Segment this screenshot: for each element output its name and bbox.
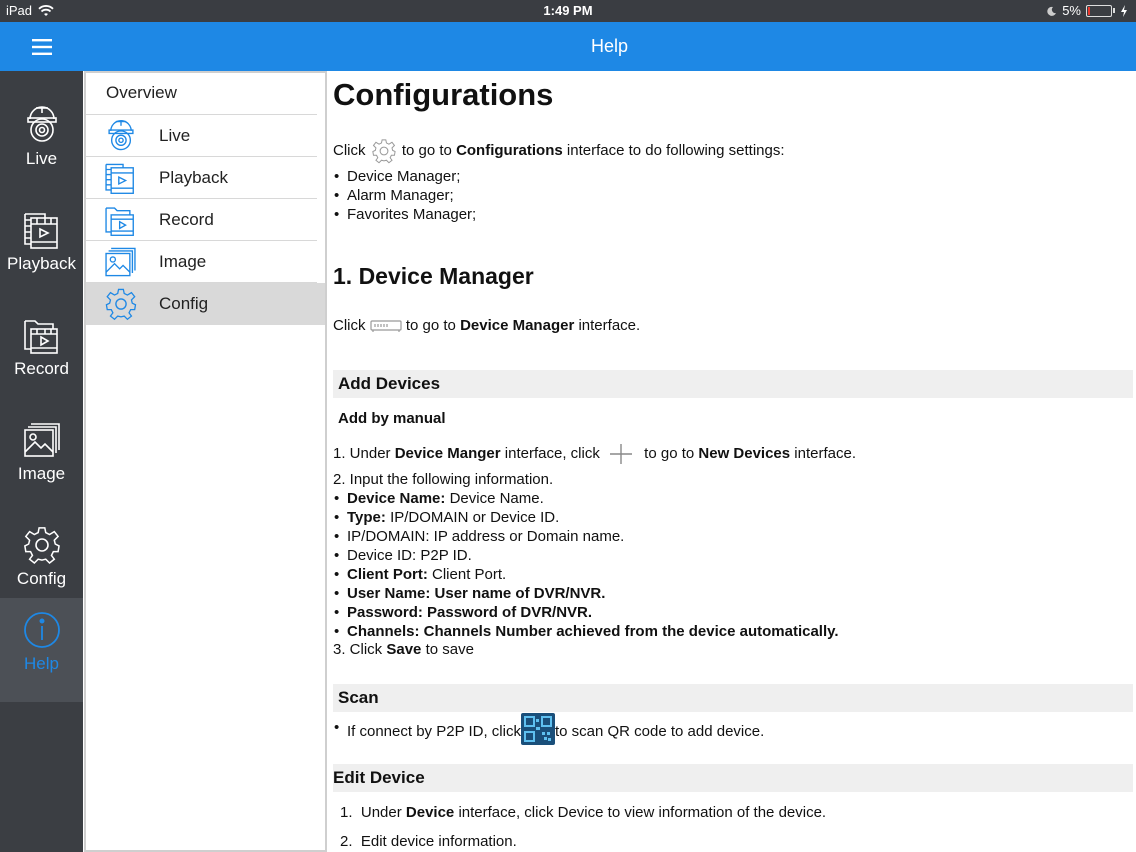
menu-button[interactable]	[0, 22, 83, 71]
section-add-devices: Add Devices	[333, 370, 1133, 398]
dm-text: to go to	[405, 317, 456, 334]
help-index-overview[interactable]: Overview	[86, 73, 325, 115]
help-index-image[interactable]: Image	[86, 241, 325, 283]
list-item: Alarm Manager;	[334, 187, 454, 204]
nav-item-record[interactable]: Record	[0, 303, 83, 407]
status-time: 1:49 PM	[543, 3, 593, 18]
charging-icon	[1121, 4, 1127, 17]
left-nav: Live Playback Record Image Config Help	[0, 22, 83, 852]
qr-code-icon[interactable]	[520, 713, 555, 745]
list-item: Device Manager;	[334, 168, 460, 185]
playback-icon	[23, 213, 58, 249]
scan-line: If connect by P2P ID, click to scan QR c…	[334, 713, 764, 745]
help-index-playback[interactable]: Playback	[86, 157, 325, 199]
record-folder-icon	[23, 320, 58, 354]
edit-step-1: 1. Under Device interface, click Device …	[340, 804, 827, 821]
playback-icon	[105, 163, 134, 194]
moon-icon	[1047, 6, 1057, 16]
step-text: 1. Under	[333, 444, 391, 462]
device-manager-line: Click to go to Device Manager interface.	[333, 317, 640, 334]
dvr-device-icon	[370, 320, 402, 333]
nav-item-help[interactable]: Help	[0, 598, 83, 702]
nav-item-playback[interactable]: Playback	[0, 198, 83, 302]
nav-item-live[interactable]: Live	[0, 93, 83, 197]
subheading-add-by-manual: Add by manual	[338, 410, 446, 427]
section-edit-device: Edit Device	[333, 764, 1133, 792]
nav-label: Record	[14, 359, 69, 378]
gear-icon	[23, 527, 60, 565]
field-item: Device Name: Device Name.	[334, 490, 544, 507]
field-item: User Name: User name of DVR/NVR.	[334, 585, 605, 602]
nav-label: Help	[24, 654, 59, 673]
intro-line: Click to go to Configurations interface …	[333, 138, 785, 164]
index-label: Image	[159, 252, 207, 271]
intro-text: interface to do following settings:	[566, 141, 785, 159]
content-title: Configurations	[333, 77, 554, 112]
step-2: 2. Input the following information.	[333, 471, 554, 488]
gear-icon	[371, 139, 396, 164]
step-text: to go to	[644, 444, 695, 462]
step-3: 3. Click Save to save	[333, 641, 474, 658]
list-item: Favorites Manager;	[334, 206, 476, 223]
intro-text: to go to	[401, 141, 452, 159]
section-heading: 1. Device Manager	[333, 263, 534, 289]
help-content: Configurations Click to go to Configurat…	[333, 71, 1136, 852]
help-index-config[interactable]: Config	[86, 283, 325, 325]
help-index-live[interactable]: Live	[86, 115, 325, 157]
page-header: Help	[83, 22, 1136, 71]
gear-icon	[105, 288, 137, 321]
camera-icon	[108, 120, 134, 151]
info-icon	[23, 612, 60, 648]
battery-percent: 5%	[1062, 3, 1081, 18]
index-label: Config	[159, 294, 209, 313]
dm-text: interface.	[578, 317, 641, 334]
step-bold: New Devices	[698, 444, 791, 462]
index-label: Record	[159, 210, 214, 229]
intro-bold: Configurations	[456, 141, 563, 159]
image-icon	[105, 247, 136, 277]
hamburger-icon	[31, 38, 52, 55]
help-index-record[interactable]: Record	[86, 199, 325, 241]
nav-item-image[interactable]: Image	[0, 408, 83, 512]
intro-text: Click	[333, 141, 366, 159]
record-folder-icon	[105, 207, 134, 236]
field-item: Client Port: Client Port.	[334, 566, 506, 583]
nav-label: Live	[25, 149, 58, 168]
edit-step-2: 2. Edit device information.	[340, 833, 517, 850]
help-index-panel: Overview Live Playback Record Image Conf…	[84, 71, 327, 852]
step-1: 1. Under Device Manger interface, click …	[333, 442, 856, 466]
image-icon	[23, 423, 60, 457]
dm-bold: Device Manager	[460, 317, 575, 334]
section-scan: Scan	[333, 684, 1133, 712]
step-text: interface.	[794, 444, 856, 462]
index-label: Playback	[159, 168, 228, 187]
nav-label: Config	[16, 569, 67, 588]
battery-icon	[1086, 4, 1112, 17]
plus-icon	[610, 444, 632, 464]
status-bar: iPad 1:49 PM 5%	[0, 0, 1136, 22]
field-item: Channels: Channels Number achieved from …	[334, 623, 839, 640]
nav-label: Playback	[7, 254, 76, 273]
page-title: Help	[590, 36, 629, 56]
field-item: Password: Password of DVR/NVR.	[334, 604, 592, 621]
field-item: IP/DOMAIN: IP address or Domain name.	[334, 528, 624, 545]
index-label: Overview	[106, 83, 177, 102]
step-text: interface, click	[504, 444, 600, 462]
field-item: Type: IP/DOMAIN or Device ID.	[334, 509, 559, 526]
step-bold: Device Manger	[394, 444, 501, 462]
index-label: Live	[159, 126, 191, 145]
nav-label: Image	[17, 464, 66, 483]
camera-icon	[26, 106, 57, 142]
dm-text: Click	[333, 317, 366, 334]
field-item: Device ID: P2P ID.	[334, 547, 472, 564]
